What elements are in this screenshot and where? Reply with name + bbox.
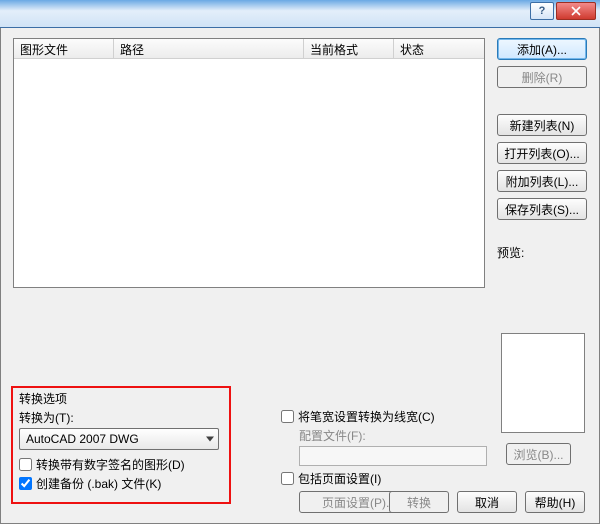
file-listview[interactable]: 图形文件 路径 当前格式 状态: [13, 38, 485, 288]
create-backup-checkbox[interactable]: [19, 477, 32, 490]
help-button[interactable]: ?: [530, 2, 554, 20]
col-current-format[interactable]: 当前格式: [304, 39, 394, 58]
side-button-column: 添加(A)... 删除(R) 新建列表(N) 打开列表(O)... 附加列表(L…: [497, 38, 587, 288]
convert-options-group: 转换选项 转换为(T): AutoCAD 2007 DWG 转换带有数字签名的图…: [19, 390, 229, 494]
convert-options-title: 转换选项: [19, 390, 229, 407]
convert-to-combo[interactable]: AutoCAD 2007 DWG: [19, 428, 219, 450]
config-file-label: 配置文件(F):: [299, 427, 486, 444]
pen-width-group: 将笔宽设置转换为线宽(C) 配置文件(F):: [281, 408, 486, 466]
col-status[interactable]: 状态: [394, 39, 484, 58]
add-button[interactable]: 添加(A)...: [497, 38, 587, 60]
help-dialog-button[interactable]: 帮助(H): [525, 491, 585, 513]
include-page-setup-label: 包括页面设置(I): [298, 470, 381, 487]
preview-box: [501, 333, 585, 433]
cancel-button[interactable]: 取消: [457, 491, 517, 513]
listview-header: 图形文件 路径 当前格式 状态: [14, 39, 484, 59]
preview-label: 预览:: [497, 244, 587, 261]
titlebar: ?: [0, 0, 600, 28]
convert-button: 转换: [389, 491, 449, 513]
open-list-button[interactable]: 打开列表(O)...: [497, 142, 587, 164]
combo-selected-text: AutoCAD 2007 DWG: [26, 432, 139, 446]
col-drawing-file[interactable]: 图形文件: [14, 39, 114, 58]
pen-to-lineweight-row[interactable]: 将笔宽设置转换为线宽(C): [281, 408, 486, 425]
convert-signed-label: 转换带有数字签名的图形(D): [36, 456, 185, 473]
close-icon: [571, 6, 581, 16]
convert-signed-checkbox[interactable]: [19, 458, 32, 471]
browse-button: 浏览(B)...: [506, 443, 571, 465]
config-file-input: [299, 446, 487, 466]
create-backup-label: 创建备份 (.bak) 文件(K): [36, 475, 161, 492]
titlebar-controls: ?: [530, 2, 596, 20]
dialog-bottom-buttons: 转换 取消 帮助(H): [389, 491, 585, 513]
help-icon: ?: [539, 5, 546, 17]
chevron-down-icon: [206, 437, 214, 442]
save-list-button[interactable]: 保存列表(S)...: [497, 198, 587, 220]
new-list-button[interactable]: 新建列表(N): [497, 114, 587, 136]
include-page-setup-checkbox[interactable]: [281, 472, 294, 485]
pen-to-lineweight-checkbox[interactable]: [281, 410, 294, 423]
close-button[interactable]: [556, 2, 596, 20]
remove-button: 删除(R): [497, 66, 587, 88]
convert-signed-row[interactable]: 转换带有数字签名的图形(D): [19, 456, 229, 473]
pen-to-lineweight-label: 将笔宽设置转换为线宽(C): [298, 408, 435, 425]
append-list-button[interactable]: 附加列表(L)...: [497, 170, 587, 192]
convert-to-label: 转换为(T):: [19, 409, 229, 426]
col-path[interactable]: 路径: [114, 39, 304, 58]
create-backup-row[interactable]: 创建备份 (.bak) 文件(K): [19, 475, 229, 492]
include-page-setup-row[interactable]: 包括页面设置(I): [281, 470, 561, 487]
